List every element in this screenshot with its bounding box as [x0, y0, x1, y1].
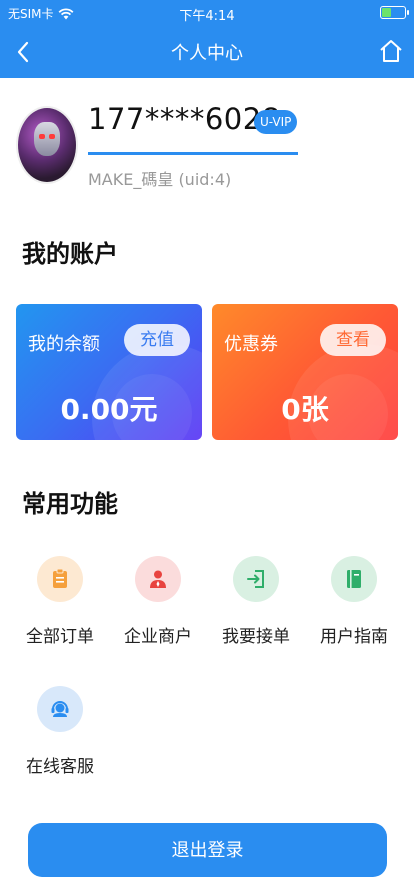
- func-icon-bg: [135, 556, 181, 602]
- balance-value: 0.00元: [60, 393, 158, 426]
- user-phone: 177****6028: [88, 102, 281, 136]
- page-title: 个人中心: [171, 43, 243, 64]
- func-icon-bg: [37, 686, 83, 732]
- coupon-card: 优惠券 查看 0张: [212, 304, 398, 440]
- coupon-value: 0张: [281, 393, 329, 426]
- func-online-service[interactable]: 在线客服: [20, 686, 100, 777]
- recharge-button[interactable]: 充值: [124, 324, 190, 356]
- balance-card: 我的余额 充值 0.00元: [16, 304, 202, 440]
- phone-underline: [88, 152, 298, 155]
- func-user-guide[interactable]: 用户指南: [314, 556, 394, 647]
- functions-section-title: 常用功能: [22, 490, 118, 518]
- func-all-orders[interactable]: 全部订单: [20, 556, 100, 647]
- func-label: 在线客服: [26, 757, 94, 777]
- battery-icon: [380, 6, 409, 19]
- status-time: 下午4:14: [179, 9, 235, 24]
- coupon-label: 优惠券: [224, 334, 278, 355]
- user-id-line: MAKE_碼皇 (uid:4): [88, 170, 232, 189]
- func-icon-bg: [233, 556, 279, 602]
- func-label: 用户指南: [320, 627, 388, 647]
- func-label: 企业商户: [124, 627, 192, 647]
- login-icon: [247, 570, 264, 588]
- func-icon-bg: [37, 556, 83, 602]
- book-icon: [347, 570, 361, 588]
- logout-button[interactable]: 退出登录: [28, 823, 387, 877]
- func-icon-bg: [331, 556, 377, 602]
- vip-badge: U-VIP: [254, 110, 298, 134]
- home-icon[interactable]: [378, 38, 404, 64]
- avatar[interactable]: [18, 108, 76, 182]
- balance-label: 我的余额: [28, 334, 100, 355]
- func-label: 全部订单: [26, 627, 94, 647]
- account-section-title: 我的账户: [22, 240, 118, 268]
- status-bar: 无SIM卡 下午4:14: [0, 0, 414, 26]
- func-label: 我要接单: [222, 627, 290, 647]
- func-accept-orders[interactable]: 我要接单: [216, 556, 296, 647]
- customer-service-icon: [51, 701, 69, 717]
- view-coupon-button[interactable]: 查看: [320, 324, 386, 356]
- nav-bar: 个人中心: [0, 26, 414, 78]
- func-enterprise-merchant[interactable]: 企业商户: [118, 556, 198, 647]
- merchant-icon: [150, 570, 166, 588]
- clipboard-icon: [53, 568, 67, 588]
- app-header: 无SIM卡 下午4:14 个人中心: [0, 0, 414, 78]
